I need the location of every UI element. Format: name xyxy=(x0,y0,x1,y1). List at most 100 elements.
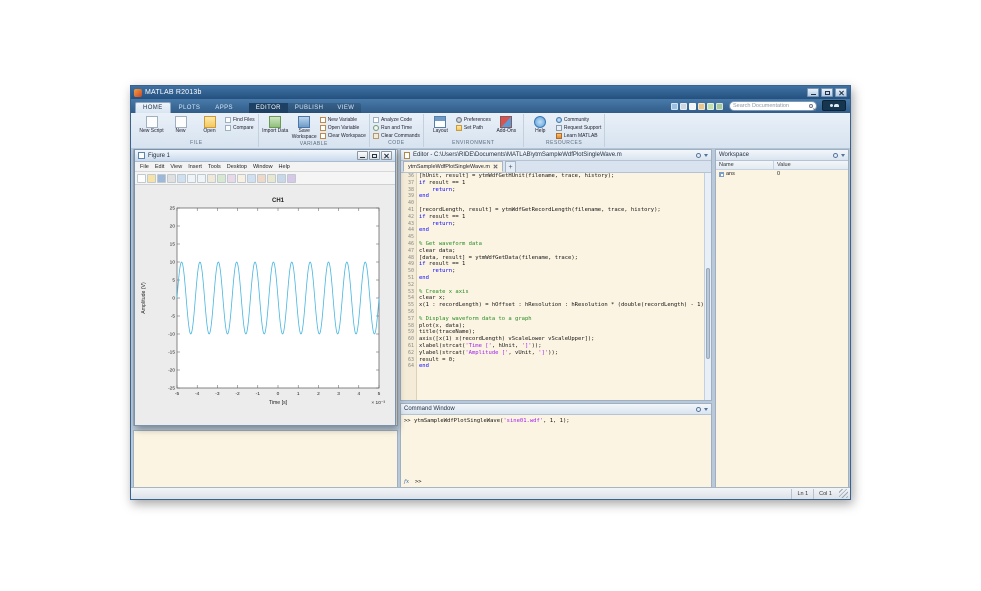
editor-scrollbar-thumb[interactable] xyxy=(706,268,710,359)
figure-titlebar[interactable]: Figure 1 xyxy=(135,150,395,162)
show-plot-tools-icon[interactable] xyxy=(287,174,296,183)
maximize-button[interactable] xyxy=(821,88,833,97)
ribbon-new-button[interactable]: New xyxy=(167,115,194,135)
column-header-name[interactable]: Name xyxy=(716,161,774,169)
code-text: if result == 1 xyxy=(417,180,465,187)
command-window-menu-icon[interactable] xyxy=(704,408,708,411)
figure-minimize-button[interactable] xyxy=(357,151,368,160)
editor-header[interactable]: Editor - C:\Users\RIDE\Documents\MATLAB\… xyxy=(401,150,711,161)
new-figure-icon[interactable] xyxy=(137,174,146,183)
figure-menu-desktop[interactable]: Desktop xyxy=(224,164,250,170)
code-line: 63result = 0; xyxy=(401,357,711,364)
workspace-dock-icon[interactable] xyxy=(833,153,838,158)
qa-cut-icon[interactable] xyxy=(680,103,687,110)
ribbon-new-script-button[interactable]: New Script xyxy=(138,115,165,135)
tab-editor[interactable]: EDITOR xyxy=(249,103,288,113)
ribbon-clear-commands-button[interactable]: Clear Commands xyxy=(373,132,420,139)
brush-data-icon[interactable] xyxy=(237,174,246,183)
figure-menu-edit[interactable]: Edit xyxy=(152,164,167,170)
close-button[interactable] xyxy=(835,88,847,97)
tab-apps[interactable]: APPS xyxy=(208,103,240,113)
ribbon-add-ons-button[interactable]: Add-Ons xyxy=(493,115,520,135)
tab-home[interactable]: HOME xyxy=(135,102,171,113)
data-cursor-icon[interactable] xyxy=(227,174,236,183)
resize-grip[interactable] xyxy=(839,489,848,498)
figure-menu-file[interactable]: File xyxy=(137,164,152,170)
figure-menu-window[interactable]: Window xyxy=(250,164,276,170)
editor-menu-icon[interactable] xyxy=(704,154,708,157)
command-window-dock-icon[interactable] xyxy=(696,407,701,412)
tab-view[interactable]: VIEW xyxy=(330,103,361,113)
open-file-icon[interactable] xyxy=(147,174,156,183)
ribbon-help-button[interactable]: Help xyxy=(527,115,554,135)
ribbon-open-button[interactable]: Open xyxy=(196,115,223,135)
ribbon-import-data-button[interactable]: Import Data xyxy=(262,115,289,135)
figure-window[interactable]: Figure 1 FileEditViewInsertToolsDesktopW… xyxy=(134,149,396,426)
ribbon-request-support-button[interactable]: Request Support xyxy=(556,124,602,131)
tab-publish[interactable]: PUBLISH xyxy=(288,103,330,113)
pan-icon[interactable] xyxy=(207,174,216,183)
workspace-variable-row[interactable]: ans0 xyxy=(716,170,848,178)
command-window-body[interactable]: >> ytmSampleWdfPlotSingleWave('sine01.wd… xyxy=(401,415,711,487)
search-input[interactable] xyxy=(733,103,803,109)
new-file-tab-button[interactable]: + xyxy=(505,161,516,172)
figure-menu-help[interactable]: Help xyxy=(276,164,293,170)
ribbon-clear-workspace-button[interactable]: Clear Workspace xyxy=(320,132,366,139)
qa-save-icon[interactable] xyxy=(671,103,678,110)
workspace-header[interactable]: Workspace xyxy=(716,150,848,161)
editor-dock-icon[interactable] xyxy=(696,153,701,158)
rotate-3d-icon[interactable] xyxy=(217,174,226,183)
figure-maximize-button[interactable] xyxy=(369,151,380,160)
figure-menu-tools[interactable]: Tools xyxy=(205,164,224,170)
print-figure-icon[interactable] xyxy=(167,174,176,183)
editor-file-tab[interactable]: ytmSampleWdfPlotSingleWave.m xyxy=(403,161,503,172)
fx-function-hints-icon[interactable]: fx xyxy=(404,479,409,486)
column-header-value[interactable]: Value xyxy=(774,161,794,169)
link-plot-icon[interactable] xyxy=(247,174,256,183)
insert-colorbar-icon[interactable] xyxy=(257,174,266,183)
command-window-header[interactable]: Command Window xyxy=(401,404,711,415)
ribbon-community-button[interactable]: Community xyxy=(556,116,602,123)
edit-plot-icon[interactable] xyxy=(177,174,186,183)
code-line: 42if result == 1 xyxy=(401,214,711,221)
zoom-out-icon[interactable] xyxy=(197,174,206,183)
tab-close-icon[interactable] xyxy=(493,164,498,169)
figure-close-button[interactable] xyxy=(381,151,392,160)
code-editor-area[interactable]: 36[hUnit, result] = ytmWdfGetHUnit(filen… xyxy=(401,173,711,400)
ribbon-preferences-button[interactable]: Preferences xyxy=(456,116,491,123)
status-column-indicator: Col 1 xyxy=(813,489,837,499)
ribbon-new-variable-button[interactable]: New Variable xyxy=(320,116,366,123)
ribbon-save-workspace-button[interactable]: Save Workspace xyxy=(291,115,318,140)
ribbon-compare-button[interactable]: Compare xyxy=(225,124,255,131)
insert-legend-icon[interactable] xyxy=(267,174,276,183)
code-text: return; xyxy=(417,221,455,228)
zoom-in-icon[interactable] xyxy=(187,174,196,183)
minimize-button[interactable] xyxy=(807,88,819,97)
qa-copy-icon[interactable] xyxy=(689,103,696,110)
svg-text:-15: -15 xyxy=(168,350,175,356)
ribbon-set-path-button[interactable]: Set Path xyxy=(456,124,491,131)
ribbon-find-files-button[interactable]: Find Files xyxy=(225,116,255,123)
qa-paste-icon[interactable] xyxy=(698,103,705,110)
hide-plot-tools-icon[interactable] xyxy=(277,174,286,183)
workspace-menu-icon[interactable] xyxy=(841,154,845,157)
figure-plot-canvas[interactable]: -25-20-15-10-50510152025-5-4-3-2-1012345… xyxy=(135,185,395,425)
documentation-search[interactable] xyxy=(729,101,817,111)
ribbon-button-label: Analyze Code xyxy=(381,117,412,123)
ribbon-layout-button[interactable]: Layout xyxy=(427,115,454,135)
ribbon-run-and-time-button[interactable]: Run and Time xyxy=(373,124,420,131)
ribbon-open-variable-button[interactable]: Open Variable xyxy=(320,124,366,131)
ribbon-learn-matlab-button[interactable]: Learn MATLAB xyxy=(556,132,602,139)
figure-menu-view[interactable]: View xyxy=(167,164,185,170)
window-titlebar[interactable]: MATLAB R2013b xyxy=(131,86,850,99)
editor-scrollbar[interactable] xyxy=(704,173,711,400)
ribbon-analyze-code-button[interactable]: Analyze Code xyxy=(373,116,420,123)
figure-menu-insert[interactable]: Insert xyxy=(185,164,205,170)
tab-plots[interactable]: PLOTS xyxy=(172,103,208,113)
learn-matlab-icon xyxy=(556,133,562,139)
qa-undo-icon[interactable] xyxy=(707,103,714,110)
save-figure-icon[interactable] xyxy=(157,174,166,183)
user-account-button[interactable] xyxy=(822,100,846,111)
matlab-logo-icon xyxy=(134,89,142,97)
qa-redo-icon[interactable] xyxy=(716,103,723,110)
